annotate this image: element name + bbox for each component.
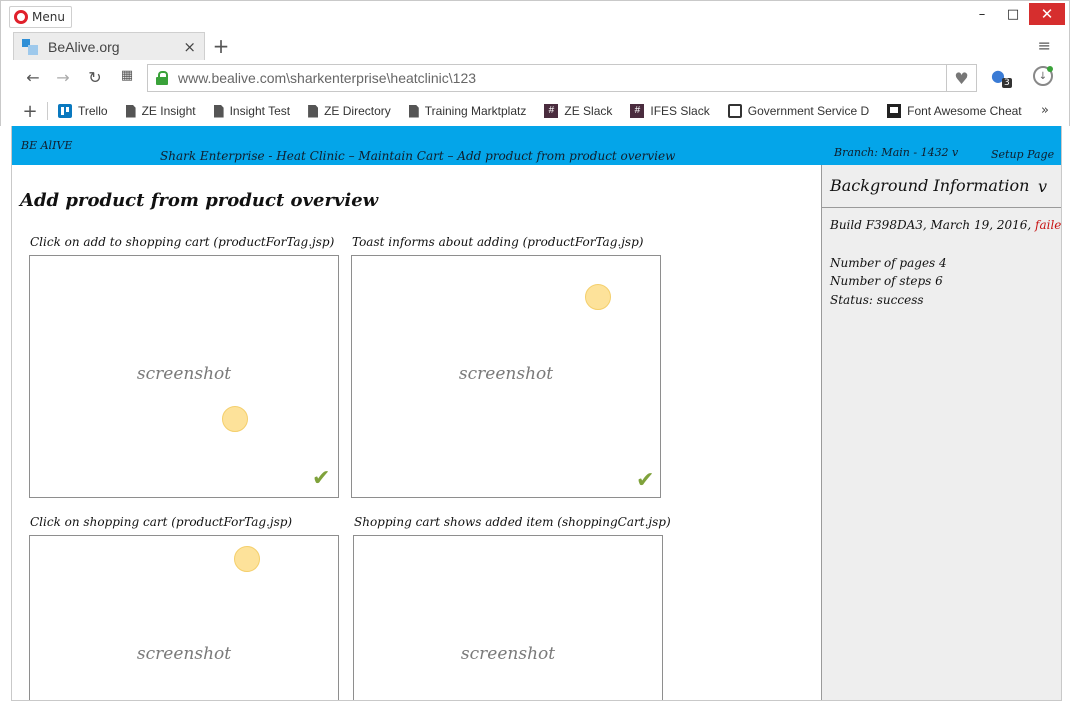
bookmark-label: Font Awesome Cheat [907, 104, 1022, 118]
new-tab-button[interactable]: + [211, 34, 231, 58]
slack-icon: # [544, 104, 559, 118]
page-icon [308, 104, 319, 118]
step-title: Shopping cart shows added item (shopping… [354, 515, 671, 529]
bookmark-insight-test[interactable]: Insight Test [213, 104, 291, 118]
url-field[interactable]: www.bealive.com\sharkenterprise\heatclin… [147, 64, 977, 92]
click-marker [585, 284, 611, 310]
page-viewport: BE AlIVE Shark Enterprise - Heat Clinic … [11, 126, 1062, 701]
bookmarks-bar: + Trello ZE Insight Insight Test ZE Dire… [0, 96, 1070, 126]
background-info-panel: Background Information v Build F398DA3, … [821, 165, 1062, 700]
tab-close-icon[interactable]: × [183, 38, 196, 56]
bookmark-ze-slack[interactable]: # ZE Slack [544, 104, 612, 118]
menu-label: Menu [32, 10, 65, 24]
bookmark-label: Training Marktplatz [424, 104, 527, 118]
slack-icon: # [630, 104, 645, 118]
more-bookmarks-icon[interactable]: » [1041, 103, 1049, 118]
page-title: Add product from product overview [20, 190, 379, 211]
download-status-dot [1047, 66, 1053, 72]
branch-selector[interactable]: Branch: Main - 1432 v [834, 146, 958, 159]
bookmark-government-service[interactable]: Government Service D [727, 104, 870, 118]
screenshot-placeholder: screenshot [458, 364, 554, 384]
steps-count: Number of steps 6 [830, 274, 943, 288]
screenshot-frame[interactable]: screenshot [353, 535, 663, 700]
bookmark-ze-directory[interactable]: ZE Directory [308, 104, 391, 118]
bookmark-trello[interactable]: Trello [58, 104, 108, 118]
forward-icon[interactable]: → [53, 68, 73, 87]
trello-icon [58, 104, 72, 118]
tab-menu-icon[interactable]: ≡ [1038, 36, 1051, 55]
reload-icon[interactable]: ↻ [85, 68, 105, 87]
tab-bealive[interactable]: BeAlive.org × [13, 32, 205, 60]
click-marker [222, 406, 248, 432]
close-window-button[interactable]: ✕ [1029, 3, 1065, 25]
screenshot-frame[interactable]: screenshot [29, 535, 339, 700]
font-awesome-icon [887, 104, 902, 118]
setup-page-link[interactable]: Setup Page [991, 148, 1054, 161]
back-icon[interactable]: ← [23, 68, 43, 87]
bookmark-label: Government Service D [747, 104, 870, 118]
bookmark-label: ZE Insight [141, 104, 196, 118]
bookmark-label: Insight Test [229, 104, 291, 118]
heart-icon[interactable]: ♥ [946, 65, 976, 91]
speed-dial-icon[interactable]: ▦ [117, 68, 137, 83]
bookmark-label: ZE Slack [564, 104, 613, 118]
step-title: Toast informs about adding (productForTa… [352, 235, 644, 249]
bookmark-training-marktplatz[interactable]: Training Marktplatz [408, 104, 527, 118]
page-icon [125, 104, 136, 118]
maximize-button[interactable]: □ [998, 3, 1028, 25]
opera-logo-icon [14, 10, 28, 24]
government-icon [727, 104, 742, 118]
breadcrumb: Shark Enterprise - Heat Clinic – Maintai… [160, 149, 676, 163]
step-title: Click on shopping cart (productForTag.js… [30, 515, 293, 529]
status-text: Status: success [830, 293, 924, 307]
screenshot-placeholder: screenshot [136, 644, 232, 664]
bookmark-ze-insight[interactable]: ZE Insight [125, 104, 196, 118]
checkmark-icon: ✔ [312, 466, 331, 491]
build-info: Build F398DA3, March 19, 2016, failed [830, 218, 1062, 232]
screenshot-frame[interactable]: screenshot ✔ [29, 255, 339, 498]
page-icon [213, 104, 224, 118]
app-header: BE AlIVE Shark Enterprise - Heat Clinic … [12, 126, 1061, 165]
build-text: Build F398DA3, March 19, 2016, [830, 218, 1036, 232]
bookmark-ifes-slack[interactable]: # IFES Slack [630, 104, 710, 118]
click-marker [234, 546, 260, 572]
screenshot-placeholder: screenshot [460, 644, 556, 664]
chevron-down-icon[interactable]: v [1038, 177, 1047, 196]
bookmark-label: ZE Directory [324, 104, 391, 118]
screenshot-placeholder: screenshot [136, 364, 232, 384]
page-icon [408, 104, 419, 118]
minimize-button[interactable]: – [967, 3, 997, 25]
lock-icon [156, 71, 170, 85]
brand-logo[interactable]: BE AlIVE [21, 139, 72, 152]
pages-count: Number of pages 4 [830, 256, 947, 270]
extension-badge: 3 [1002, 78, 1012, 88]
add-bookmark-icon[interactable]: + [15, 101, 45, 122]
title-bar: Menu – □ ✕ [0, 0, 1070, 30]
build-status: failed [1035, 218, 1062, 232]
screenshot-frame[interactable]: screenshot ✔ [351, 255, 661, 498]
menu-button[interactable]: Menu [9, 6, 72, 28]
address-bar-row: ← → ↻ ▦ www.bealive.com\sharkenterprise\… [0, 60, 1070, 96]
panel-header[interactable]: Background Information v [822, 165, 1061, 208]
bookmark-label: IFES Slack [650, 104, 710, 118]
bealive-favicon-icon [22, 38, 38, 55]
bookmark-font-awesome[interactable]: Font Awesome Cheat [887, 104, 1022, 118]
tab-bar: BeAlive.org × + ≡ [0, 30, 1070, 60]
step-title: Click on add to shopping cart (productFo… [30, 235, 335, 249]
url-text[interactable]: www.bealive.com\sharkenterprise\heatclin… [178, 70, 946, 86]
bookmark-separator [47, 102, 48, 120]
bookmark-label: Trello [78, 104, 108, 118]
checkmark-icon: ✔ [636, 468, 655, 493]
tab-title: BeAlive.org [48, 38, 120, 55]
panel-title: Background Information [830, 176, 1030, 195]
